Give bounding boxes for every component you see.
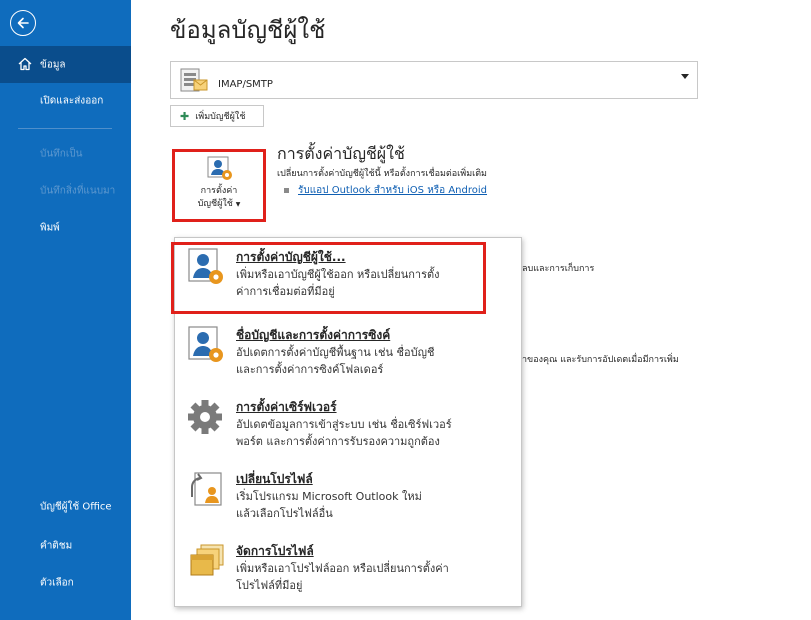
sidebar-item-label: บัญชีผู้ใช้ Office — [40, 501, 112, 513]
mail-account-icon — [180, 68, 208, 92]
page-title: ข้อมูลบัญชีผู้ใช้ — [170, 16, 326, 44]
get-outlook-app-link-row: รับแอป Outlook สำหรับ iOS หรือ Android — [284, 183, 487, 198]
menu-item-title: จัดการโปรไฟล์ — [236, 544, 314, 558]
sidebar-item-label: บันทึกเป็น — [40, 148, 83, 160]
sidebar-item-save-attachments: บันทึกสิ่งที่แนบมา — [0, 177, 131, 205]
background-text: ลบและการเก็บการ — [522, 264, 595, 274]
caret-down-icon: ▼ — [235, 201, 241, 208]
manage-profiles-icon — [190, 544, 224, 576]
back-button[interactable] — [10, 10, 36, 36]
account-settings-description: เปลี่ยนการตั้งค่าบัญชีผู้ใช้นี้ หรือตั้ง… — [277, 169, 487, 179]
arrow-left-icon — [17, 17, 29, 29]
account-sync-icon — [188, 326, 223, 362]
menu-item-account-settings[interactable]: การตั้งค่าบัญชีผู้ใช้... เพิ่มหรือเอาบัญ… — [171, 240, 521, 316]
sidebar-item-label: ตัวเลือก — [40, 577, 74, 589]
menu-item-description: อัปเดตข้อมูลการเข้าสู่ระบบ เช่น ชื่อเซิร… — [236, 418, 452, 448]
account-settings-button-line1: การตั้งค่า — [200, 186, 238, 196]
get-outlook-app-link[interactable]: รับแอป Outlook สำหรับ iOS หรือ Android — [298, 185, 487, 196]
sidebar-item-save-as: บันทึกเป็น — [0, 140, 131, 168]
menu-item-title: ชื่อบัญชีและการตั้งค่าการซิงค์ — [236, 328, 391, 342]
sidebar-item-label: เปิดและส่งออก — [40, 95, 104, 107]
menu-item-account-name-sync[interactable]: ชื่อบัญชีและการตั้งค่าการซิงค์ อัปเดตการ… — [175, 318, 521, 394]
change-profile-icon — [191, 472, 222, 506]
menu-item-title: การตั้งค่าบัญชีผู้ใช้... — [236, 250, 346, 264]
backstage-sidebar: ข้อมูล เปิดและส่งออก บันทึกเป็น บันทึกสิ… — [0, 0, 131, 620]
menu-item-description: เพิ่มหรือเอาโปรไฟล์ออก หรือเปลี่ยนการตั้… — [236, 562, 449, 592]
sidebar-item-feedback[interactable]: คำติชม — [0, 532, 131, 560]
account-selector[interactable]: IMAP/SMTP — [170, 61, 698, 99]
sidebar-divider — [18, 128, 112, 129]
menu-item-title: เปลี่ยนโปรไฟล์ — [236, 472, 313, 486]
sidebar-item-info[interactable]: ข้อมูล — [0, 46, 131, 83]
sidebar-item-label: ข้อมูล — [40, 59, 66, 70]
account-settings-button[interactable]: การตั้งค่า บัญชีผู้ใช้ ▼ — [172, 149, 266, 222]
menu-item-description: เพิ่มหรือเอาบัญชีผู้ใช้ออก หรือเปลี่ยนกา… — [236, 268, 440, 298]
sidebar-item-options[interactable]: ตัวเลือก — [0, 569, 131, 597]
account-settings-title: การตั้งค่าบัญชีผู้ใช้ — [277, 144, 405, 163]
gear-icon — [188, 400, 222, 434]
bullet-icon — [284, 187, 289, 193]
sidebar-item-label: บันทึกสิ่งที่แนบมา — [40, 185, 116, 197]
sidebar-item-label: คำติชม — [40, 540, 73, 552]
menu-item-title: การตั้งค่าเซิร์ฟเวอร์ — [236, 400, 337, 414]
chevron-down-icon — [681, 74, 689, 79]
sidebar-item-print[interactable]: พิมพ์ — [0, 214, 131, 242]
account-settings-menu: การตั้งค่าบัญชีผู้ใช้... เพิ่มหรือเอาบัญ… — [171, 237, 522, 610]
home-icon — [18, 57, 32, 71]
account-settings-button-line2: บัญชีผู้ใช้ ▼ — [197, 199, 241, 209]
account-selected-value: IMAP/SMTP — [218, 79, 273, 90]
background-text: ำของคุณ และรับการอัปเดตเมื่อมีการเพิ่ม — [522, 355, 679, 365]
sidebar-item-office-account[interactable]: บัญชีผู้ใช้ Office — [0, 493, 131, 521]
menu-item-change-profile[interactable]: เปลี่ยนโปรไฟล์ เริ่มโปรแกรม Microsoft Ou… — [175, 462, 521, 538]
account-settings-icon — [188, 248, 223, 284]
sidebar-item-open-export[interactable]: เปิดและส่งออก — [0, 87, 131, 115]
sidebar-item-label: พิมพ์ — [40, 222, 60, 234]
add-account-label: เพิ่มบัญชีผู้ใช้ — [195, 112, 246, 122]
plus-icon: ✚ — [180, 109, 190, 123]
menu-item-description: เริ่มโปรแกรม Microsoft Outlook ใหม่ แล้ว… — [236, 490, 422, 520]
menu-item-description: อัปเดตการตั้งค่าบัญชีพื้นฐาน เช่น ชื่อบั… — [236, 346, 435, 376]
menu-item-server-settings[interactable]: การตั้งค่าเซิร์ฟเวอร์ อัปเดตข้อมูลการเข้… — [175, 390, 521, 466]
add-account-button[interactable]: ✚ เพิ่มบัญชีผู้ใช้ — [170, 105, 264, 127]
menu-item-manage-profiles[interactable]: จัดการโปรไฟล์ เพิ่มหรือเอาโปรไฟล์ออก หรื… — [175, 534, 521, 610]
account-settings-icon — [207, 156, 232, 180]
